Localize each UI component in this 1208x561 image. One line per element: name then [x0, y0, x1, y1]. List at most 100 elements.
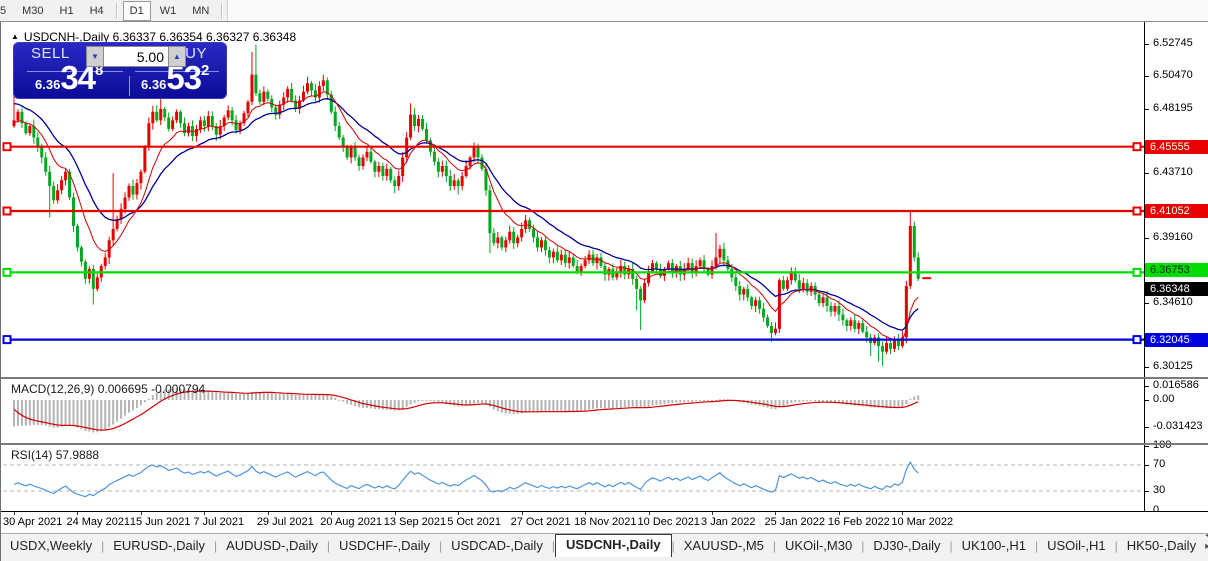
axis-tick — [1145, 238, 1149, 239]
date-tick — [521, 512, 523, 515]
rsi-line — [13, 460, 919, 498]
date-tick — [838, 512, 840, 515]
price-axis[interactable]: 6.52745 6.50470 6.48195 6.43710 6.39160 6.346… — [1144, 22, 1208, 516]
axis-tick — [1145, 302, 1149, 304]
date-label: 20 Aug 2021 — [320, 516, 383, 528]
volume-increase-button[interactable]: ▲ — [168, 46, 186, 67]
date-label: 24 May 2021 — [66, 516, 131, 528]
macd-title: MACD(12,26,9) — [11, 382, 95, 396]
date-tick — [14, 512, 15, 515]
chart-tab-hk50-daily[interactable]: HK50-,Daily — [1118, 535, 1205, 557]
chart-tab-ukoil-m30[interactable]: UKOil-,M30 — [776, 535, 861, 557]
timeframe-button-mn[interactable]: MN — [185, 1, 216, 21]
line-handle[interactable] — [1132, 206, 1142, 216]
volume-input[interactable] — [104, 46, 168, 67]
rsi-axis-label: 70 — [1153, 458, 1166, 470]
timeframe-button-5[interactable]: 5 — [0, 1, 13, 21]
chart-tab-usdcnh-daily[interactable]: USDCNH-,Daily — [554, 534, 672, 557]
timeframe-button-m30[interactable]: M30 — [15, 1, 50, 21]
timeframe-button-d1[interactable]: D1 — [122, 0, 151, 21]
toolbar-empty-area — [227, 0, 1208, 21]
chart-window: ▲ USDCNH-,Daily 6.36337 6.36354 6.36327 6… — [0, 22, 1208, 561]
line-handle[interactable] — [2, 142, 12, 152]
date-axis[interactable]: 30 Apr 2021 24 May 2021 15 Jun 2021 7 Jul 2… — [1, 511, 1208, 533]
price-axis-label: 6.39160 — [1153, 231, 1193, 243]
price-tag-6.45555: 6.45555 — [1145, 139, 1208, 154]
macd-axis-label: -0.031423 — [1153, 419, 1203, 432]
price-chart-canvas[interactable] — [1, 22, 1144, 561]
chart-tab-usdchf-daily[interactable]: USDCHF-,Daily — [330, 535, 439, 557]
chart-tab-audusd-daily[interactable]: AUDUSD-,Daily — [217, 535, 327, 557]
date-tick — [140, 512, 142, 515]
chart-tab-usoil-h1[interactable]: USOil-,H1 — [1038, 535, 1115, 557]
symbol-tab-bar: USDX,Weekly | EURUSD-,Daily | AUDUSD-,Daily |… — [1, 530, 1208, 557]
chart-tab-usdx-weekly[interactable]: USDX,Weekly — [1, 535, 101, 557]
rsi-title: RSI(14) — [11, 448, 53, 462]
price-axis-label: 6.34610 — [1153, 295, 1193, 308]
line-handle[interactable] — [2, 206, 12, 216]
price-axis-label: 6.43710 — [1153, 166, 1193, 179]
line-handle[interactable] — [1132, 335, 1142, 345]
one-click-toggle-icon[interactable]: ▲ — [11, 32, 19, 41]
date-tick — [585, 512, 587, 515]
date-tick — [77, 512, 79, 515]
toolbar-separator — [221, 2, 224, 19]
axis-tick — [1145, 367, 1149, 369]
line-handle[interactable] — [2, 335, 12, 345]
chart-tab-usdcad-daily[interactable]: USDCAD-,Daily — [442, 535, 552, 557]
price-axis-label: 6.48195 — [1153, 101, 1193, 114]
axis-tick — [1145, 44, 1149, 45]
axis-tick — [1145, 385, 1149, 387]
price-tag-6.36753: 6.36753 — [1145, 263, 1208, 278]
timeframe-button-h4[interactable]: H4 — [83, 1, 111, 21]
date-tick — [204, 512, 206, 515]
date-tick — [712, 512, 714, 515]
rsi-axis-label: 30 — [1153, 484, 1166, 496]
buy-price-sup: 2 — [201, 62, 210, 79]
date-tick — [648, 512, 650, 515]
date-label: 30 Apr 2021 — [3, 516, 63, 528]
date-tick — [331, 512, 333, 515]
rsi-indicator-label: RSI(14) 57.9888 — [11, 448, 99, 462]
trading-platform-window: 5 M30 H1 H4 D1 W1 MN ▲ USDCNH-,Daily 6.36337 6.… — [0, 0, 1208, 561]
axis-tick — [1145, 108, 1149, 110]
chart-tab-uk100-h1[interactable]: UK100-,H1 — [953, 535, 1035, 557]
line-handle[interactable] — [2, 267, 12, 277]
chart-tab-xauusd-m5[interactable]: XAUUSD-,M5 — [675, 535, 773, 557]
axis-tick — [1145, 426, 1149, 428]
price-tag-6.41052: 6.41052 — [1145, 203, 1208, 218]
price-divider — [129, 76, 130, 96]
date-label: 16 Feb 2022 — [827, 516, 890, 528]
buy-price-prefix: 6.36 — [141, 77, 167, 92]
axis-tick — [1145, 400, 1149, 401]
chart-tab-eurusd-daily[interactable]: EURUSD-,Daily — [104, 535, 214, 557]
date-label: 27 Oct 2021 — [510, 516, 571, 528]
macd-signal-line — [13, 390, 919, 431]
price-tag-6.32045: 6.32045 — [1145, 332, 1208, 347]
date-label: 10 Mar 2022 — [891, 516, 954, 528]
axis-tick — [1145, 445, 1149, 447]
timeframe-button-w1[interactable]: W1 — [153, 1, 184, 21]
date-label: 29 Jul 2021 — [256, 516, 314, 528]
volume-decrease-button[interactable]: ▼ — [86, 46, 104, 67]
sell-price-prefix: 6.36 — [35, 77, 61, 92]
axis-tick — [1145, 465, 1149, 466]
line-handle[interactable] — [1132, 267, 1142, 277]
rsi-panel-splitter[interactable] — [1, 443, 1208, 445]
price-axis-label: 6.30125 — [1153, 360, 1193, 373]
price-axis-label: 6.52745 — [1153, 37, 1193, 49]
rsi-value: 57.9888 — [55, 448, 100, 462]
date-label: 15 Jun 2021 — [129, 516, 191, 528]
timeframe-button-h1[interactable]: H1 — [53, 1, 81, 21]
axis-tick — [1145, 173, 1149, 175]
macd-axis-label: 0.00 — [1153, 393, 1175, 405]
date-tick — [267, 512, 269, 515]
macd-panel-splitter[interactable] — [1, 377, 1208, 379]
date-label: 10 Dec 2021 — [637, 516, 700, 528]
axis-tick — [1145, 491, 1149, 492]
date-tick — [775, 512, 777, 515]
line-handle[interactable] — [1132, 142, 1142, 152]
chart-tab-dj30-daily[interactable]: DJ30-,Daily — [864, 535, 949, 557]
price-axis-label: 6.50470 — [1153, 69, 1193, 82]
date-label: 5 Oct 2021 — [447, 516, 502, 528]
